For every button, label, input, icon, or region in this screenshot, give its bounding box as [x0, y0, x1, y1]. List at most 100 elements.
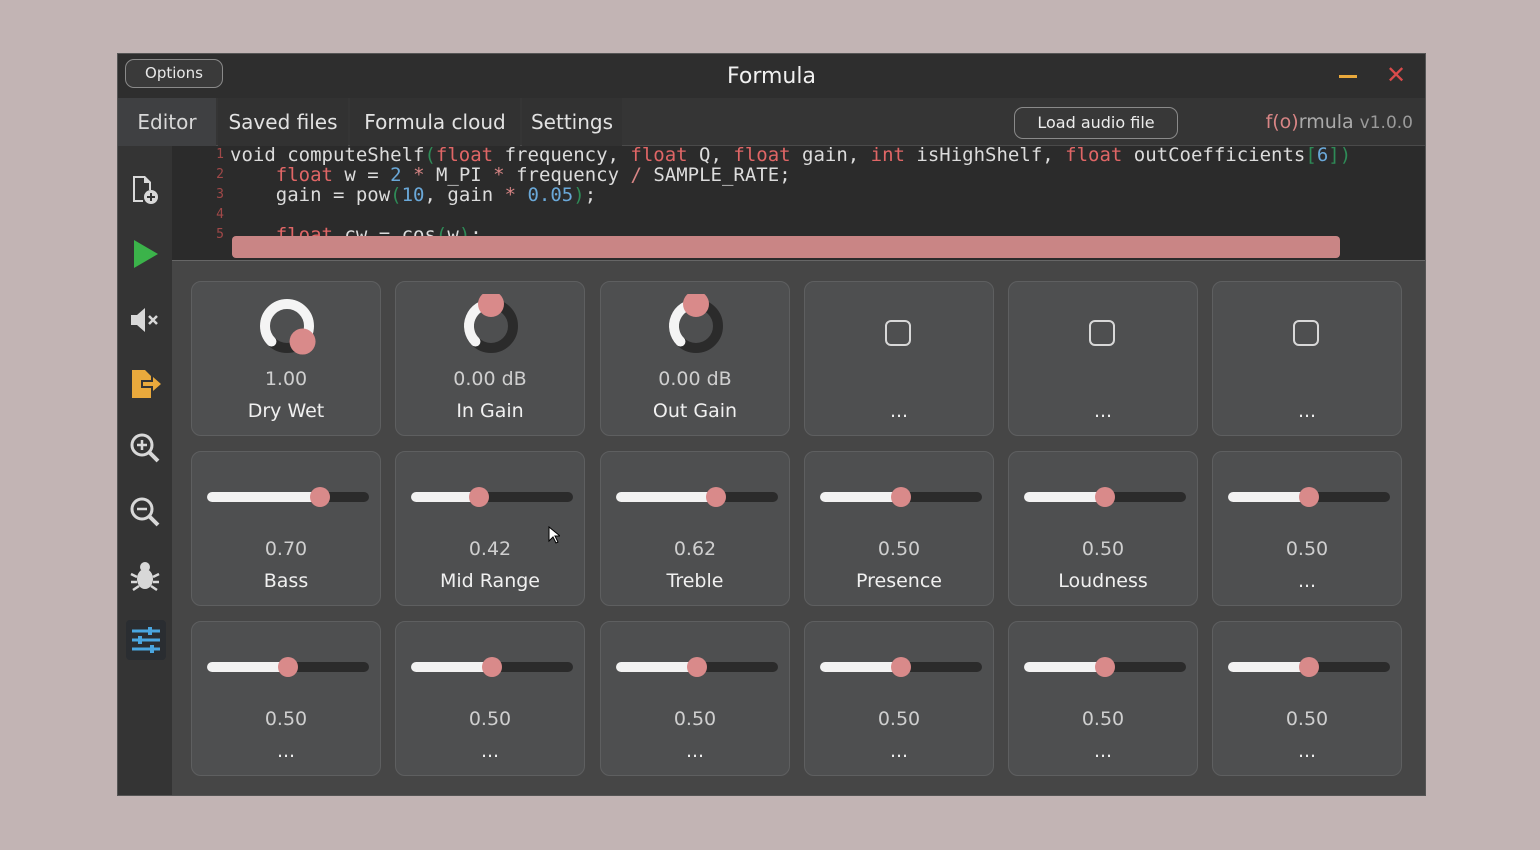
slider-track[interactable] — [616, 487, 778, 507]
slider-track[interactable] — [616, 657, 778, 677]
slider-label: Mid Range — [440, 570, 540, 592]
knob-label: Dry Wet — [247, 400, 325, 422]
slider-track[interactable] — [207, 487, 369, 507]
tab-bar: Editor Saved files Formula cloud Setting… — [118, 98, 1425, 146]
sidebar — [118, 146, 172, 795]
slider-track[interactable] — [1024, 657, 1186, 677]
checkbox[interactable] — [1089, 320, 1115, 346]
bug-icon[interactable] — [129, 560, 161, 592]
slider-track[interactable] — [1024, 487, 1186, 507]
slider-thumb[interactable] — [482, 657, 502, 677]
slider-value: 0.50 — [1081, 708, 1125, 730]
slider-track[interactable] — [411, 487, 573, 507]
line-number: 5 — [216, 227, 224, 242]
slider-thumb[interactable] — [1095, 487, 1115, 507]
slider-thumb[interactable] — [469, 487, 490, 507]
code-editor[interactable]: 1 2 3 4 5 void computeShelf(float freque… — [172, 146, 1425, 260]
slider-label: Treble — [666, 570, 724, 592]
slider-label: ... — [685, 740, 705, 762]
slider-card-presence: 0.50 Presence — [804, 451, 994, 606]
checkbox[interactable] — [1293, 320, 1319, 346]
slider-thumb[interactable] — [1299, 487, 1319, 507]
slider-value: 0.50 — [468, 708, 512, 730]
sliders-icon — [132, 627, 160, 653]
formula-window: Options Formula ✕ Editor Saved files For… — [117, 53, 1426, 796]
tab-editor[interactable]: Editor — [118, 98, 216, 146]
minimize-icon[interactable] — [1339, 75, 1357, 78]
knob-card-out-gain: 0.00 dB Out Gain — [600, 281, 790, 436]
slider-thumb[interactable] — [687, 657, 707, 677]
new-file-icon[interactable] — [129, 174, 161, 206]
brand-logo: f(o)rmula v1.0.0 — [1265, 111, 1413, 133]
sliders-button[interactable] — [126, 620, 166, 660]
slider-value: 0.50 — [673, 708, 717, 730]
checkbox-card: ... — [804, 281, 994, 436]
slider-card: 0.50 ... — [191, 621, 381, 776]
title-bar: Options Formula ✕ — [118, 54, 1425, 98]
knob-value: 0.00 dB — [453, 368, 527, 390]
slider-card: 0.50 ... — [395, 621, 585, 776]
slider-track[interactable] — [1228, 487, 1390, 507]
controls-panel: 1.00 Dry Wet 0.00 dB In Gain 0.00 dB Out… — [172, 260, 1425, 795]
export-icon[interactable] — [129, 368, 161, 400]
slider-label: ... — [480, 740, 500, 762]
checkbox[interactable] — [885, 320, 911, 346]
knob[interactable] — [459, 294, 523, 358]
horizontal-scrollbar[interactable] — [232, 236, 1340, 258]
tab-saved-files[interactable]: Saved files — [218, 98, 348, 146]
knob-value: 1.00 — [264, 368, 308, 390]
knob[interactable] — [664, 294, 728, 358]
slider-card-bass: 0.70 Bass — [191, 451, 381, 606]
slider-thumb[interactable] — [278, 657, 298, 677]
zoom-out-icon[interactable] — [129, 496, 161, 528]
slider-label: Loudness — [1058, 570, 1148, 592]
slider-thumb[interactable] — [310, 487, 331, 507]
slider-card-loudness: 0.50 Loudness — [1008, 451, 1198, 606]
slider-thumb[interactable] — [1299, 657, 1319, 677]
slider-card: 0.50 ... — [804, 621, 994, 776]
slider-value: 0.50 — [264, 708, 308, 730]
slider-card: 0.50 ... — [1212, 621, 1402, 776]
knob-label: Out Gain — [652, 400, 738, 422]
code-line[interactable]: void computeShelf(float frequency, float… — [230, 146, 1351, 166]
slider-track[interactable] — [820, 487, 982, 507]
slider-track[interactable] — [411, 657, 573, 677]
tab-settings[interactable]: Settings — [522, 98, 622, 146]
knob-card-dry-wet: 1.00 Dry Wet — [191, 281, 381, 436]
slider-value: 0.50 — [877, 538, 921, 560]
slider-card-treble: 0.62 Treble — [600, 451, 790, 606]
checkbox-card: ... — [1212, 281, 1402, 436]
slider-track[interactable] — [207, 657, 369, 677]
checkbox-label: ... — [1297, 400, 1317, 422]
slider-label: ... — [1297, 740, 1317, 762]
slider-label: ... — [1297, 570, 1317, 592]
slider-track[interactable] — [820, 657, 982, 677]
slider-label: ... — [276, 740, 296, 762]
knob-card-in-gain: 0.00 dB In Gain — [395, 281, 585, 436]
slider-label: ... — [889, 740, 909, 762]
slider-thumb[interactable] — [1095, 657, 1115, 677]
slider-label: Presence — [856, 570, 942, 592]
slider-track[interactable] — [1228, 657, 1390, 677]
slider-value: 0.50 — [1081, 538, 1125, 560]
play-icon[interactable] — [129, 238, 161, 270]
tab-formula-cloud[interactable]: Formula cloud — [350, 98, 520, 146]
slider-card: 0.50 ... — [600, 621, 790, 776]
mouse-cursor-icon — [548, 526, 560, 544]
close-icon[interactable]: ✕ — [1385, 63, 1407, 87]
zoom-in-icon[interactable] — [129, 432, 161, 464]
load-audio-file-button[interactable]: Load audio file — [1014, 107, 1178, 139]
slider-thumb[interactable] — [706, 487, 727, 507]
code-line[interactable]: float w = 2 * M_PI * frequency / SAMPLE_… — [230, 164, 791, 186]
mute-icon[interactable] — [129, 304, 161, 336]
line-number: 1 — [216, 147, 224, 162]
slider-card: 0.50 ... — [1212, 451, 1402, 606]
slider-label: ... — [1093, 740, 1113, 762]
slider-thumb[interactable] — [891, 487, 911, 507]
knob[interactable] — [255, 294, 319, 358]
code-line[interactable]: gain = pow(10, gain * 0.05); — [230, 184, 596, 206]
knob-value: 0.00 dB — [658, 368, 732, 390]
slider-card: 0.50 ... — [1008, 621, 1198, 776]
slider-thumb[interactable] — [891, 657, 911, 677]
line-number: 4 — [216, 207, 224, 222]
